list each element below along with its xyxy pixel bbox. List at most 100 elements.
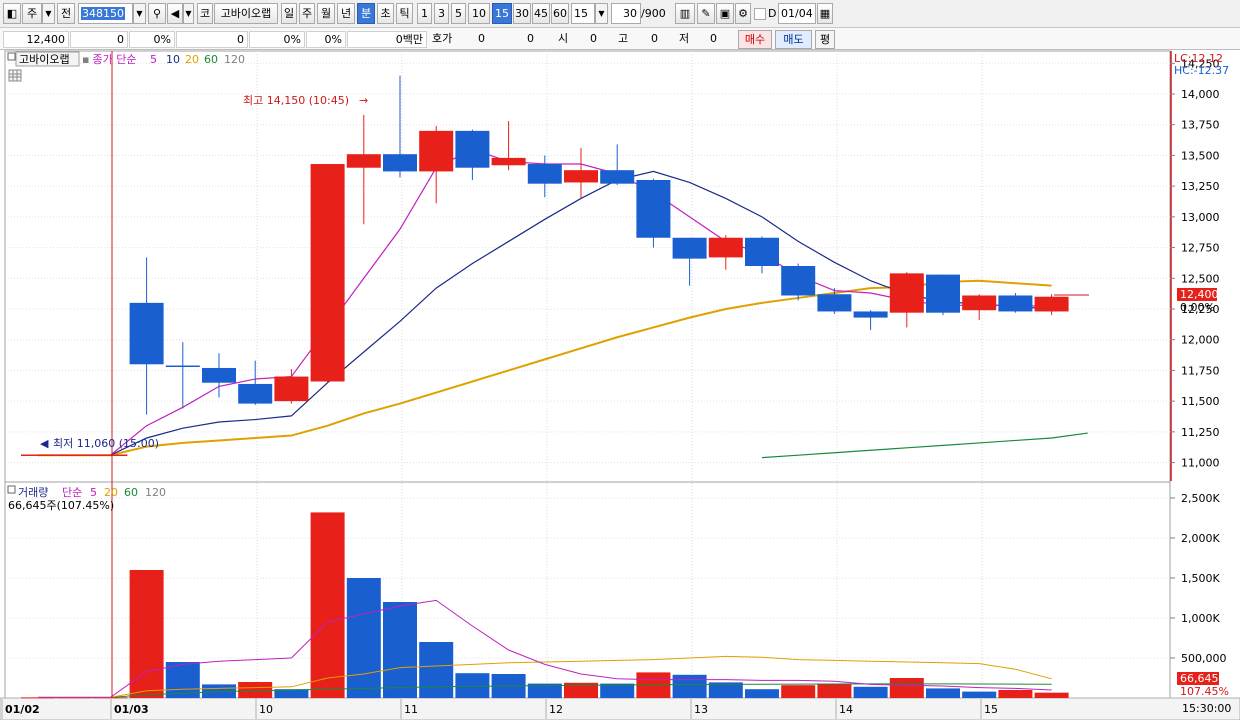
date-input[interactable]: 01/04 — [778, 3, 816, 24]
stock-name[interactable]: 고바이오랩 — [214, 3, 278, 24]
interval-15[interactable]: 15 — [492, 3, 512, 24]
speaker-dropdown-icon[interactable]: ▼ — [183, 3, 194, 24]
stock-code-value: 348150 — [81, 7, 125, 20]
volume-bar — [853, 686, 888, 698]
candle-body — [238, 383, 273, 404]
main-toolbar: ◧ 주 ▼ 전 348150 ▼ ⚲ ◀ ▼ 코 고바이오랩 일 주 월 년 분… — [0, 0, 1240, 28]
price-y-tick-label: 13,000 — [1181, 211, 1220, 224]
candle-body — [491, 157, 526, 166]
low-arrow-icon: ◀ — [40, 437, 49, 450]
period-month[interactable]: 월 — [317, 3, 335, 24]
volume-bar — [781, 685, 816, 698]
current-price: 12,400 — [3, 31, 69, 48]
price-y-tick-label: 11,500 — [1181, 395, 1220, 408]
price-y-tick-label: 11,000 — [1181, 457, 1220, 470]
table-grid-icon[interactable] — [8, 69, 22, 82]
x-axis-bar — [0, 697, 1240, 720]
candle-type-icon[interactable]: ▥ — [675, 3, 695, 24]
type-select[interactable]: 주 — [22, 3, 42, 24]
search-icon[interactable]: ⚲ — [148, 3, 166, 24]
price-y-tick-label: 11,250 — [1181, 426, 1220, 439]
change-pct: 0% — [129, 31, 175, 48]
candle-body — [962, 295, 997, 311]
buy-button[interactable]: 매수 — [738, 30, 772, 49]
interval-60[interactable]: 60 — [551, 3, 569, 24]
volume-pct-2: 0% — [306, 31, 346, 48]
period-second[interactable]: 초 — [377, 3, 394, 24]
period-year[interactable]: 년 — [337, 3, 355, 24]
chart-menu-icon[interactable]: ◧ — [3, 3, 21, 24]
volume-panel-title: 거래량 — [18, 486, 48, 499]
volume-bar — [238, 682, 273, 698]
candle-body — [672, 237, 707, 259]
volume-bar — [817, 683, 852, 698]
candle-body — [853, 311, 888, 318]
period-week[interactable]: 주 — [299, 3, 315, 24]
candle-body — [745, 237, 779, 266]
interval-input[interactable]: 15 — [571, 3, 595, 24]
volume-bar — [455, 673, 490, 698]
calendar-icon[interactable]: ▦ — [817, 3, 833, 24]
current-price-tag: 12,400 — [1180, 288, 1219, 301]
chart-canvas[interactable]: 11,00011,25011,50011,75012,00012,25012,5… — [0, 50, 1240, 720]
price-y-tick-label: 12,750 — [1181, 242, 1220, 255]
candle-body — [998, 295, 1033, 312]
period-tick[interactable]: 틱 — [396, 3, 413, 24]
draw-tool-icon[interactable]: ✎ — [697, 3, 715, 24]
interval-10[interactable]: 10 — [468, 3, 490, 24]
type-dropdown-icon[interactable]: ▼ — [42, 3, 55, 24]
volume-bar — [419, 642, 454, 698]
x-axis-label: 12 — [549, 703, 563, 716]
volume-pct-tag: 107.45% — [1180, 685, 1229, 698]
volume-y-tick-label: 2,500K — [1181, 492, 1220, 505]
price-y-tick-label: 14,000 — [1181, 88, 1220, 101]
interval-45[interactable]: 45 — [532, 3, 550, 24]
candle-body — [310, 164, 345, 382]
save-icon[interactable]: ▣ — [716, 3, 734, 24]
current-pct-tag: 0.00% — [1180, 301, 1215, 314]
volume-bar — [346, 578, 381, 698]
interval-3[interactable]: 3 — [434, 3, 449, 24]
candle-body — [600, 170, 635, 184]
interval-dropdown-icon[interactable]: ▼ — [595, 3, 608, 24]
code-dropdown-icon[interactable]: ▼ — [133, 3, 146, 24]
candle-body — [636, 180, 671, 238]
period-day[interactable]: 일 — [281, 3, 297, 24]
volume-y-axis-labels: 500,000 1,000K 1,500K 2,000K 2,500K — [1170, 492, 1227, 665]
candle-body — [1034, 296, 1069, 312]
market-label[interactable]: 코 — [197, 3, 213, 24]
interval-30[interactable]: 30 — [513, 3, 531, 24]
legend-dot-icon: ▪ — [82, 53, 89, 66]
price-y-tick-label: 12,500 — [1181, 272, 1220, 285]
candle-body — [455, 130, 490, 168]
sell-button[interactable]: 매도 — [775, 30, 812, 49]
candle-body — [708, 237, 743, 258]
count-input[interactable]: 30 — [611, 3, 641, 24]
x-axis-label: 10 — [259, 703, 273, 716]
x-axis-label: 14 — [839, 703, 853, 716]
legend-ma5: 5 — [150, 53, 157, 66]
count-max: /900 — [641, 7, 666, 20]
price-y-tick-label: 13,500 — [1181, 149, 1220, 162]
speaker-icon[interactable]: ◀ — [167, 3, 183, 24]
even-button[interactable]: 평 — [815, 30, 835, 49]
open-value: 0 — [590, 32, 597, 45]
volume-bar — [998, 690, 1033, 698]
stock-code-input[interactable]: 348150 — [78, 3, 133, 24]
candle-body — [202, 367, 236, 383]
volume-bar — [310, 512, 345, 698]
prev-button[interactable]: 전 — [57, 3, 75, 24]
settings-gear-icon[interactable]: ⚙ — [735, 3, 751, 24]
date-checkbox[interactable] — [754, 8, 766, 20]
interval-5[interactable]: 5 — [451, 3, 466, 24]
volume-bar — [672, 674, 707, 698]
interval-1[interactable]: 1 — [417, 3, 432, 24]
price-panel-title: 고바이오랩 — [19, 53, 70, 66]
period-minute[interactable]: 분 — [357, 3, 375, 24]
volume-legend-prefix: 단순 — [62, 486, 82, 499]
candle-body — [419, 130, 454, 172]
candle-body — [926, 274, 960, 313]
hoga-value-1: 0 — [478, 32, 485, 45]
candle-body — [527, 164, 562, 184]
price-y-tick-label: 12,000 — [1181, 334, 1220, 347]
